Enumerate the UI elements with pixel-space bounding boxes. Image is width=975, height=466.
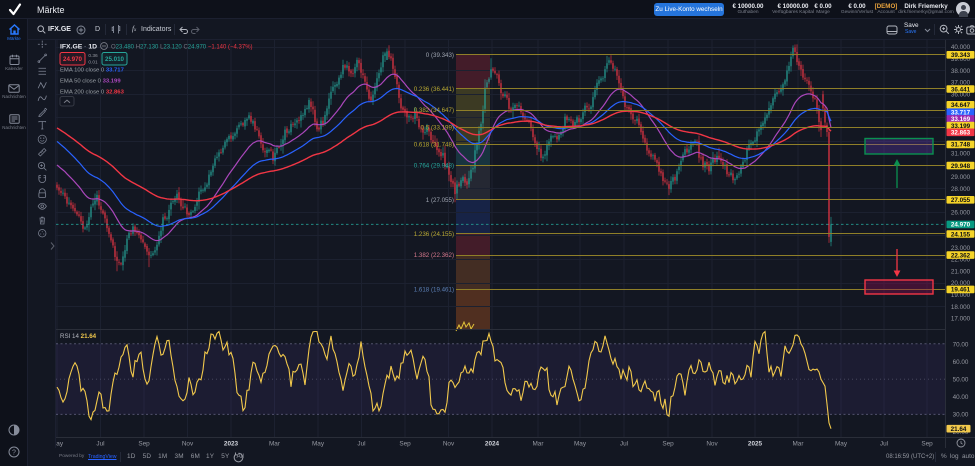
svg-text:?: ?: [12, 450, 16, 457]
svg-text:2024: 2024: [485, 441, 500, 448]
svg-text:40.000: 40.000: [951, 44, 971, 51]
svg-text:22.362: 22.362: [951, 252, 971, 259]
svg-text:Mar: Mar: [269, 441, 281, 448]
svg-text:1.236 (24.155): 1.236 (24.155): [414, 231, 454, 238]
svg-text:24.970: 24.970: [951, 222, 971, 229]
svg-text:0.236 (36.441): 0.236 (36.441): [414, 86, 454, 93]
svg-text:Sep: Sep: [138, 441, 150, 448]
svg-text:0.36: 0.36: [88, 53, 98, 59]
svg-text:May: May: [56, 441, 64, 448]
svg-text:May: May: [574, 441, 587, 448]
svg-text:24.970: 24.970: [63, 56, 82, 63]
svg-text:IFX.GE · 1D: IFX.GE · 1D: [60, 44, 97, 51]
svg-text:Mar: Mar: [792, 441, 804, 448]
svg-text:17.000: 17.000: [951, 316, 971, 323]
svg-text:Sep: Sep: [662, 441, 674, 448]
svg-text:Jul: Jul: [357, 441, 365, 448]
svg-text:30.00: 30.00: [953, 412, 969, 419]
svg-text:0 (39.343): 0 (39.343): [426, 52, 454, 59]
svg-text:RSI 14 21.64: RSI 14 21.64: [60, 333, 97, 340]
svg-text:27.055: 27.055: [951, 197, 971, 204]
svg-text:1 (27.055): 1 (27.055): [426, 197, 454, 204]
svg-text:Nov: Nov: [443, 441, 455, 448]
svg-text:70.00: 70.00: [953, 341, 969, 348]
svg-text:Nov: Nov: [706, 441, 718, 448]
svg-text:25.010: 25.010: [105, 56, 124, 63]
svg-text:40.00: 40.00: [953, 394, 969, 401]
svg-text:60.00: 60.00: [953, 359, 969, 366]
svg-text:Nov: Nov: [182, 441, 194, 448]
svg-text:O23.480 H27.130 L23.120 C24.97: O23.480 H27.130 L23.120 C24.970 −1.140 (…: [111, 44, 253, 50]
svg-text:0.01: 0.01: [88, 60, 98, 66]
svg-text:0.618 (31.748): 0.618 (31.748): [414, 141, 454, 148]
svg-text:EMA 50 close 0 33.199: EMA 50 close 0 33.199: [60, 79, 121, 85]
svg-text:Sep: Sep: [921, 441, 933, 448]
svg-text:34.647: 34.647: [951, 102, 971, 109]
svg-text:36.441: 36.441: [951, 86, 971, 93]
svg-text:EMA 100 close 0 33.717: EMA 100 close 0 33.717: [60, 68, 125, 74]
svg-text:EMA 200 close 0 32.863: EMA 200 close 0 32.863: [60, 90, 125, 96]
svg-text:29.000: 29.000: [951, 174, 971, 181]
svg-text:Sep: Sep: [399, 441, 411, 448]
svg-text:28.000: 28.000: [951, 186, 971, 193]
svg-text:1.382 (22.362): 1.382 (22.362): [414, 252, 454, 259]
svg-text:Jul: Jul: [96, 441, 104, 448]
svg-text:2023: 2023: [224, 441, 239, 448]
svg-text:39.343: 39.343: [951, 52, 971, 59]
svg-text:Jul: Jul: [880, 441, 888, 448]
svg-text:19.461: 19.461: [951, 287, 971, 294]
svg-text:21.000: 21.000: [951, 268, 971, 275]
svg-text:May: May: [312, 441, 325, 448]
svg-text:0.764 (29.948): 0.764 (29.948): [414, 163, 454, 170]
svg-text:31.748: 31.748: [951, 142, 971, 149]
svg-text:1.618 (19.461): 1.618 (19.461): [414, 286, 454, 293]
svg-text:26.000: 26.000: [951, 209, 971, 216]
svg-text:21.64: 21.64: [951, 426, 967, 433]
svg-text:31.000: 31.000: [951, 150, 971, 157]
svg-text:29.948: 29.948: [951, 163, 971, 170]
svg-text:32.863: 32.863: [951, 130, 971, 137]
svg-text:24.155: 24.155: [951, 231, 971, 238]
svg-text:50.00: 50.00: [953, 376, 969, 383]
svg-text:18.000: 18.000: [951, 304, 971, 311]
svg-text:May: May: [835, 441, 848, 448]
svg-text:38.000: 38.000: [951, 68, 971, 75]
svg-text:Mar: Mar: [532, 441, 544, 448]
svg-text:0.382 (34.647): 0.382 (34.647): [414, 107, 454, 114]
svg-text:0.5 (33.199): 0.5 (33.199): [421, 124, 454, 131]
svg-text:Jul: Jul: [620, 441, 628, 448]
svg-text:23.000: 23.000: [951, 245, 971, 252]
svg-text:2025: 2025: [748, 441, 763, 448]
